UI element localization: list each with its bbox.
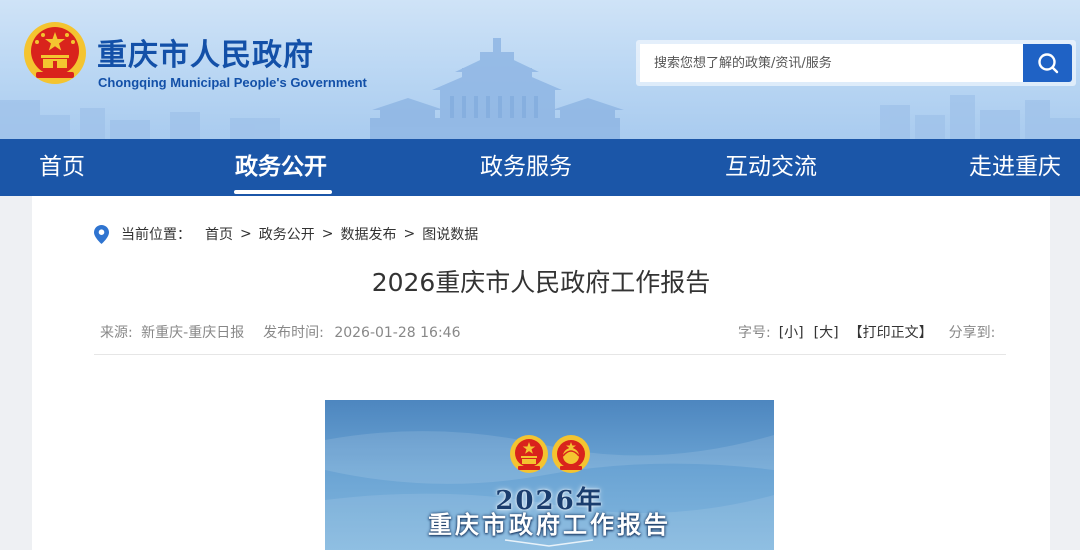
site-title: 重庆市人民政府 — [97, 38, 314, 73]
breadcrumb-government-affairs[interactable]: 政务公开 — [259, 224, 315, 244]
breadcrumb-separator: > — [240, 226, 252, 242]
breadcrumb-home[interactable]: 首页 — [205, 224, 233, 244]
national-emblem-icon — [24, 22, 86, 84]
source-label: 来源: — [100, 325, 133, 341]
nav-item-interaction[interactable]: 互动交流 — [725, 139, 817, 196]
breadcrumb-data-release[interactable]: 数据发布 — [340, 224, 396, 244]
national-emblem-icon — [510, 435, 548, 473]
report-poster-image: 2026年 重庆市政府工作报告 — [325, 400, 774, 550]
location-pin-icon — [94, 224, 109, 244]
main-nav: 首页 政务公开 政务服务 互动交流 走进重庆 — [0, 139, 1080, 196]
publish-time-value: 2026-01-28 16:46 — [334, 325, 461, 341]
print-button[interactable]: 【打印正文】 — [849, 322, 933, 342]
share-label: 分享到: — [948, 325, 996, 341]
article-tools: 字号: [小] [大] 【打印正文】 分享到: — [738, 322, 995, 342]
font-small-button[interactable]: [小] — [779, 322, 804, 342]
font-size-label: 字号: — [738, 325, 771, 341]
cppcc-emblem-icon — [552, 435, 590, 473]
breadcrumb-separator: > — [403, 226, 416, 242]
poster-title: 重庆市政府工作报告 — [428, 510, 671, 539]
article-container: 当前位置： 首页 > 政务公开 > 数据发布 > 图说数据 2026重庆市人民政… — [32, 196, 1050, 550]
font-large-button[interactable]: [大] — [814, 322, 839, 342]
nav-item-services[interactable]: 政务服务 — [480, 139, 572, 196]
site-subtitle: Chongqing Municipal People's Government — [98, 75, 367, 90]
breadcrumb-infographics[interactable]: 图说数据 — [422, 224, 478, 244]
nav-item-home[interactable]: 首页 — [39, 139, 85, 196]
source-value: 新重庆-重庆日报 — [141, 325, 245, 341]
publish-time-label: 发布时间: — [263, 325, 324, 341]
nav-active-indicator — [234, 190, 332, 194]
search-box — [636, 40, 1076, 86]
breadcrumb-separator: > — [321, 226, 334, 242]
nav-item-about-chongqing[interactable]: 走进重庆 — [969, 139, 1061, 196]
breadcrumb: 当前位置： 首页 > 政务公开 > 数据发布 > 图说数据 — [94, 224, 478, 244]
site-header: 重庆市人民政府 Chongqing Municipal People's Gov… — [0, 0, 1080, 139]
meta-divider — [94, 354, 1006, 355]
article-meta: 来源: 新重庆-重庆日报 发布时间: 2026-01-28 16:46 — [100, 322, 460, 342]
search-icon — [1037, 53, 1058, 74]
search-input[interactable] — [640, 44, 1023, 82]
search-button[interactable] — [1023, 44, 1072, 82]
nav-item-government-affairs[interactable]: 政务公开 — [235, 139, 327, 196]
article-title: 2026重庆市人民政府工作报告 — [371, 268, 711, 297]
breadcrumb-label: 当前位置： — [121, 227, 191, 243]
